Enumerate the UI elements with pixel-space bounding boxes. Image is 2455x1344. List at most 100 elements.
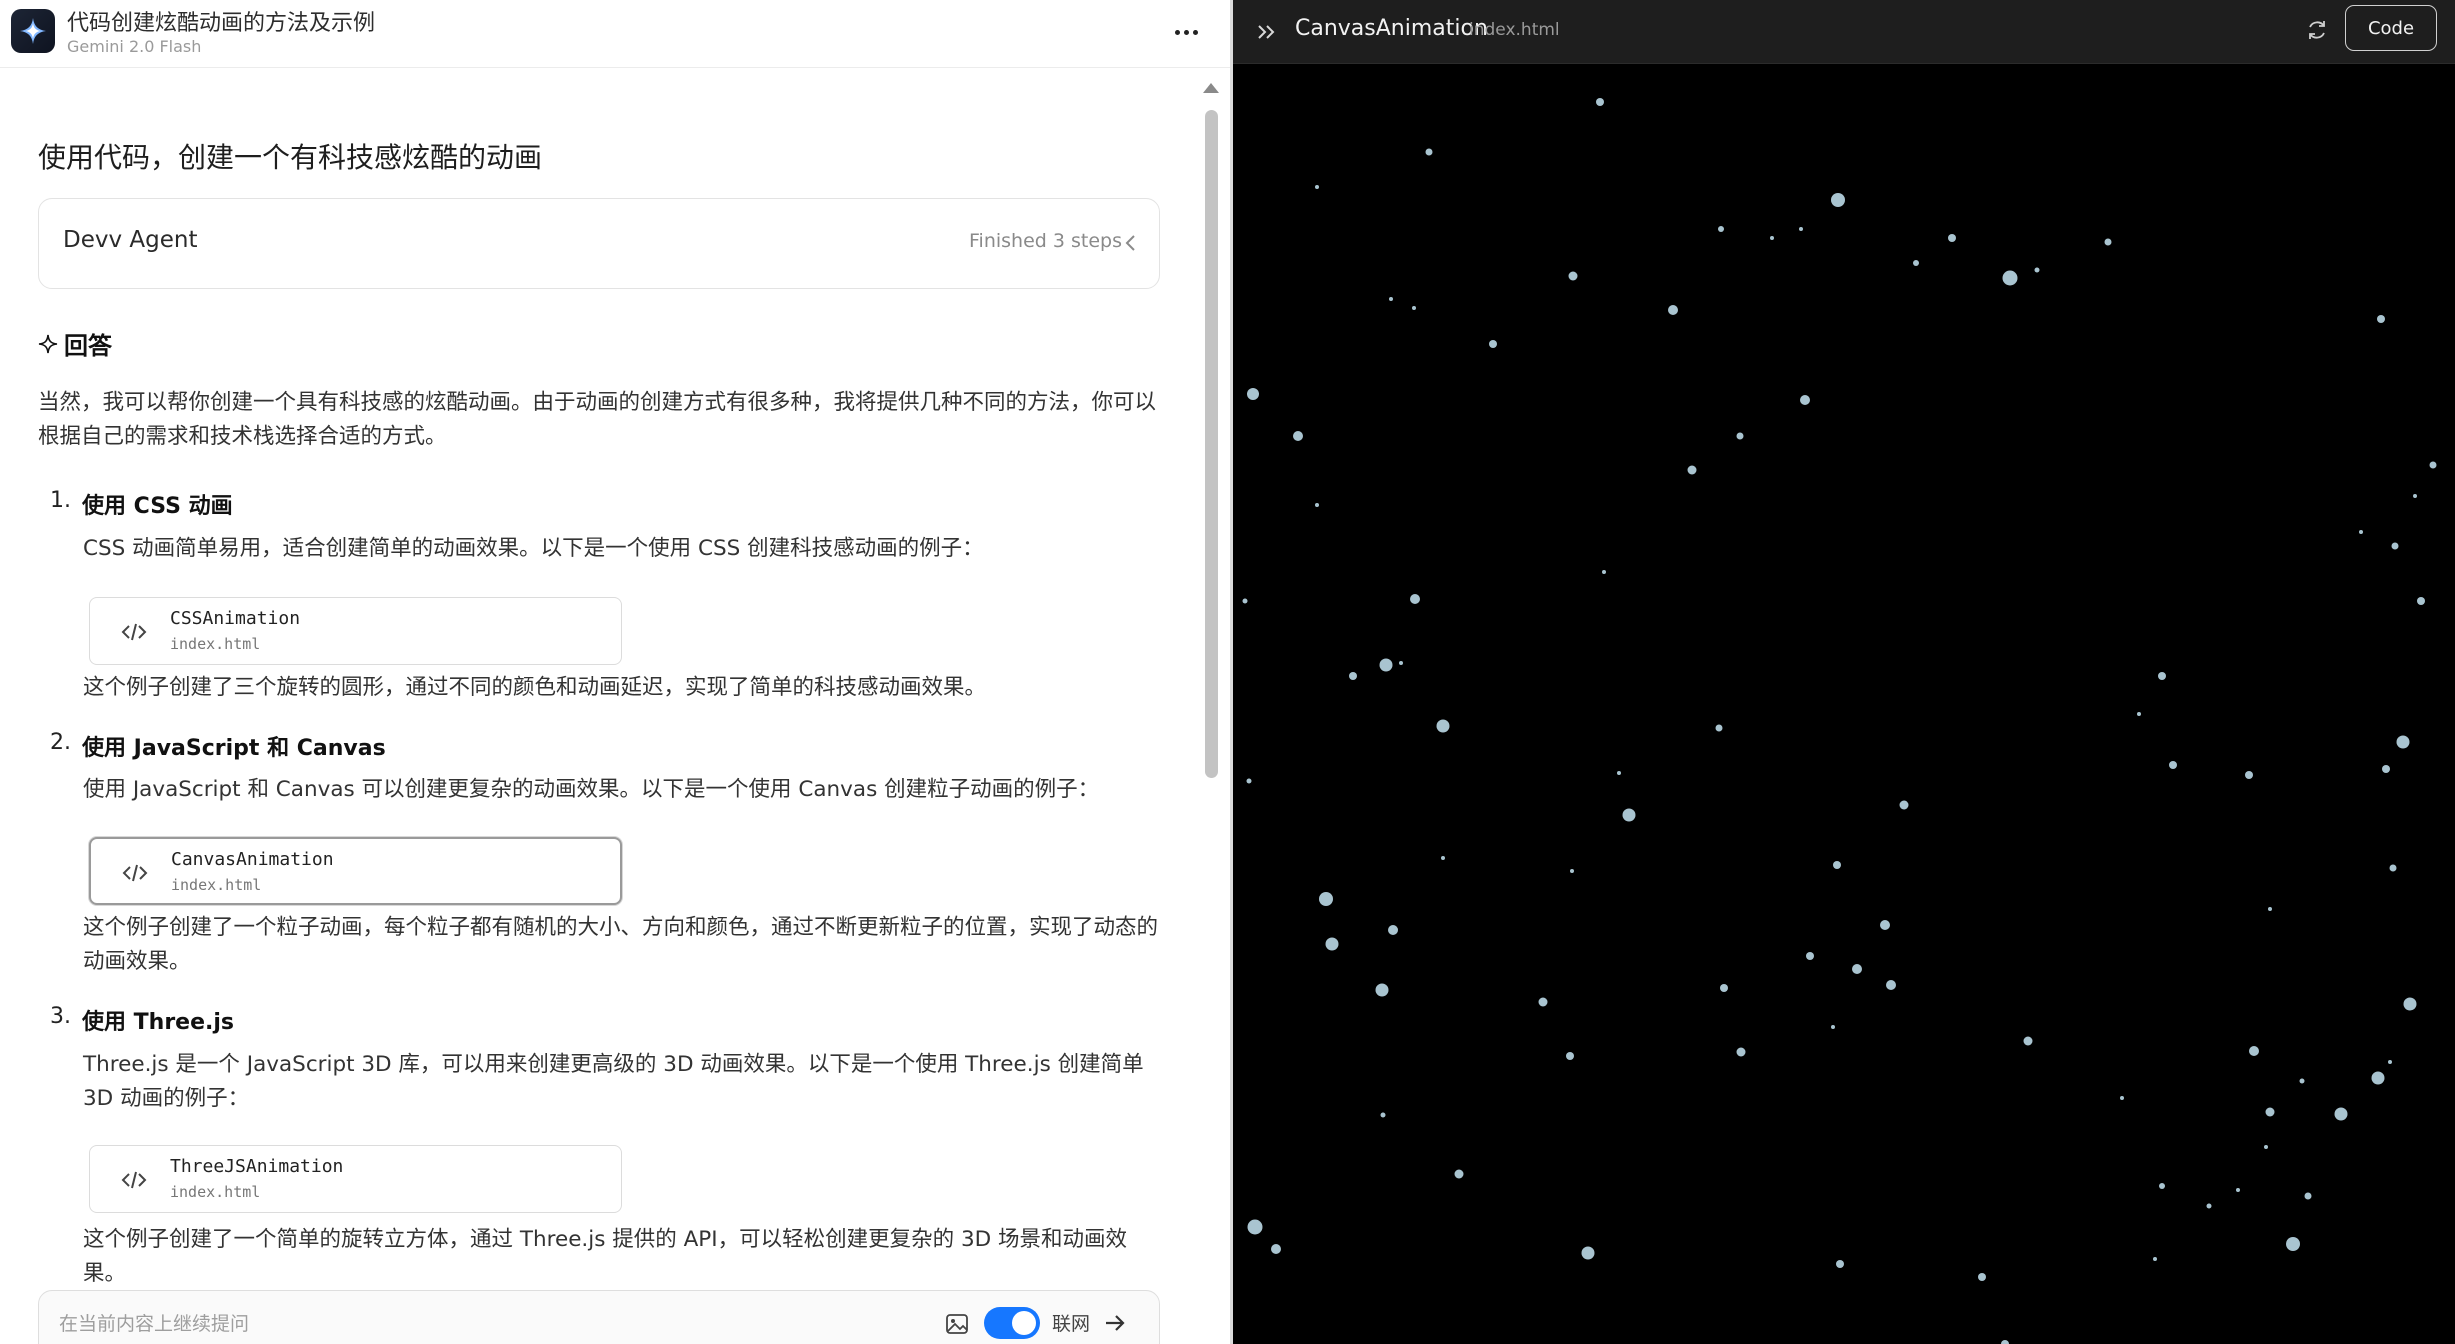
list-number: 1. xyxy=(50,488,71,513)
code-card-canvas[interactable]: CanvasAnimation index.html xyxy=(89,837,622,905)
particle xyxy=(2334,1107,2348,1121)
web-search-label: 联网 xyxy=(1052,1313,1091,1335)
section-title: 使用 Three.js xyxy=(82,1010,235,1035)
particle xyxy=(2137,712,2141,716)
particle xyxy=(2023,1036,2033,1046)
scroll-up-arrow-icon[interactable] xyxy=(1203,83,1219,93)
image-icon[interactable] xyxy=(944,1311,970,1337)
particle xyxy=(1380,1112,1386,1118)
particle xyxy=(1736,1047,1746,1057)
section-title: 使用 CSS 动画 xyxy=(82,494,233,519)
particle xyxy=(1566,1052,1574,1060)
particle xyxy=(2382,765,2390,773)
agent-steps-card[interactable]: Devv Agent Finished 3 steps xyxy=(38,198,1160,289)
refresh-icon[interactable] xyxy=(2303,16,2331,44)
particle xyxy=(1833,861,1841,869)
section-after: 这个例子创建了三个旋转的圆形，通过不同的颜色和动画延迟，实现了简单的科技感动画效… xyxy=(83,675,987,700)
particle xyxy=(2120,1096,2124,1100)
particle xyxy=(1325,937,1339,951)
chat-pane: 代码创建炫酷动画的方法及示例 Gemini 2.0 Flash 使用代码，创建一… xyxy=(0,0,1230,1344)
followup-input[interactable]: 在当前内容上继续提问 xyxy=(59,1309,249,1336)
particle xyxy=(1978,1273,1986,1281)
particle xyxy=(1388,925,1398,935)
particle xyxy=(1271,1244,1281,1254)
section-lead: 使用 JavaScript 和 Canvas 可以创建更复杂的动画效果。以下是一… xyxy=(83,777,1100,802)
code-brackets-icon xyxy=(122,864,148,882)
web-search-toggle[interactable] xyxy=(984,1307,1040,1339)
particle xyxy=(1410,594,1420,604)
particle xyxy=(1425,148,1433,156)
particle xyxy=(1736,432,1744,440)
particle xyxy=(2159,1183,2165,1189)
code-card-file: index.html xyxy=(170,635,261,653)
code-brackets-icon xyxy=(121,623,147,641)
particle xyxy=(2034,267,2040,273)
scrollbar-thumb[interactable] xyxy=(1205,110,1218,778)
particle xyxy=(2359,530,2363,534)
particle xyxy=(2245,771,2253,779)
code-card-threejs[interactable]: ThreeJSAnimation index.html xyxy=(89,1145,622,1213)
sparkle-outline-icon xyxy=(38,334,58,353)
toggle-knob xyxy=(1012,1311,1036,1335)
particle xyxy=(1436,719,1450,733)
particle xyxy=(1570,869,1574,873)
section-title: 使用 JavaScript 和 Canvas xyxy=(82,736,386,761)
particle xyxy=(2104,238,2112,246)
particle xyxy=(2158,672,2166,680)
particle xyxy=(1831,1025,1835,1029)
particle xyxy=(1568,271,1578,281)
code-card-file: index.html xyxy=(171,876,262,894)
code-card-name: CanvasAnimation xyxy=(171,849,334,870)
particle xyxy=(1622,808,1636,822)
user-question: 使用代码，创建一个有科技感炫酷的动画 xyxy=(38,141,543,174)
intro-paragraph: 当然，我可以帮你创建一个具有科技感的炫酷动画。由于动画的创建方式有很多种，我将提… xyxy=(38,390,1157,449)
sparkle-logo-icon xyxy=(11,9,55,53)
particle xyxy=(1799,227,1803,231)
particle xyxy=(1806,952,1814,960)
particle xyxy=(1399,661,1403,665)
particle xyxy=(2388,1060,2392,1064)
code-button[interactable]: Code xyxy=(2345,5,2437,51)
chevron-left-icon[interactable] xyxy=(1119,230,1141,256)
preview-header: CanvasAnimation index.html Code xyxy=(1233,0,2455,64)
section-after: 这个例子创建了一个粒子动画，每个粒子都有随机的大小、方向和颜色，通过不断更新粒子… xyxy=(83,915,1159,974)
followup-input-bar[interactable]: 在当前内容上继续提问 联网 xyxy=(38,1290,1160,1344)
particle xyxy=(2286,1237,2300,1251)
animation-canvas xyxy=(1233,64,2455,1344)
code-card-name: ThreeJSAnimation xyxy=(170,1156,344,1177)
particle xyxy=(2299,1078,2305,1084)
particle xyxy=(2002,270,2018,286)
agent-name: Devv Agent xyxy=(63,227,198,253)
particle xyxy=(2396,735,2410,749)
particle xyxy=(2371,1071,2385,1085)
code-card-css[interactable]: CSSAnimation index.html xyxy=(89,597,622,665)
particle xyxy=(2001,1340,2009,1344)
particle xyxy=(2391,542,2399,550)
particle xyxy=(2377,315,2385,323)
particle xyxy=(1412,306,1416,310)
model-name: Gemini 2.0 Flash xyxy=(67,37,202,56)
particle xyxy=(1602,570,1606,574)
particle xyxy=(1913,260,1919,266)
particle xyxy=(1770,236,1774,240)
particle xyxy=(2304,1192,2312,1200)
particle xyxy=(1948,234,1956,242)
particle xyxy=(2265,1107,2275,1117)
arrow-right-icon[interactable] xyxy=(1101,1309,1129,1337)
particle xyxy=(1836,1260,1844,1268)
more-dots-icon[interactable] xyxy=(1168,18,1204,46)
particle xyxy=(2153,1257,2157,1261)
particle xyxy=(1852,964,1862,974)
section-lead: CSS 动画简单易用，适合创建简单的动画效果。以下是一个使用 CSS 创建科技感… xyxy=(83,536,984,561)
particle xyxy=(2249,1046,2259,1056)
preview-pane: CanvasAnimation index.html Code xyxy=(1233,0,2455,1344)
particle xyxy=(1454,1169,1464,1179)
particle xyxy=(1886,980,1896,990)
particle xyxy=(1538,997,1548,1007)
particle xyxy=(2389,864,2397,872)
particle xyxy=(1581,1246,1595,1260)
particle xyxy=(2236,1188,2240,1192)
particle xyxy=(1800,395,1810,405)
particle xyxy=(1489,340,1497,348)
double-chevron-right-icon[interactable] xyxy=(1253,18,1281,46)
